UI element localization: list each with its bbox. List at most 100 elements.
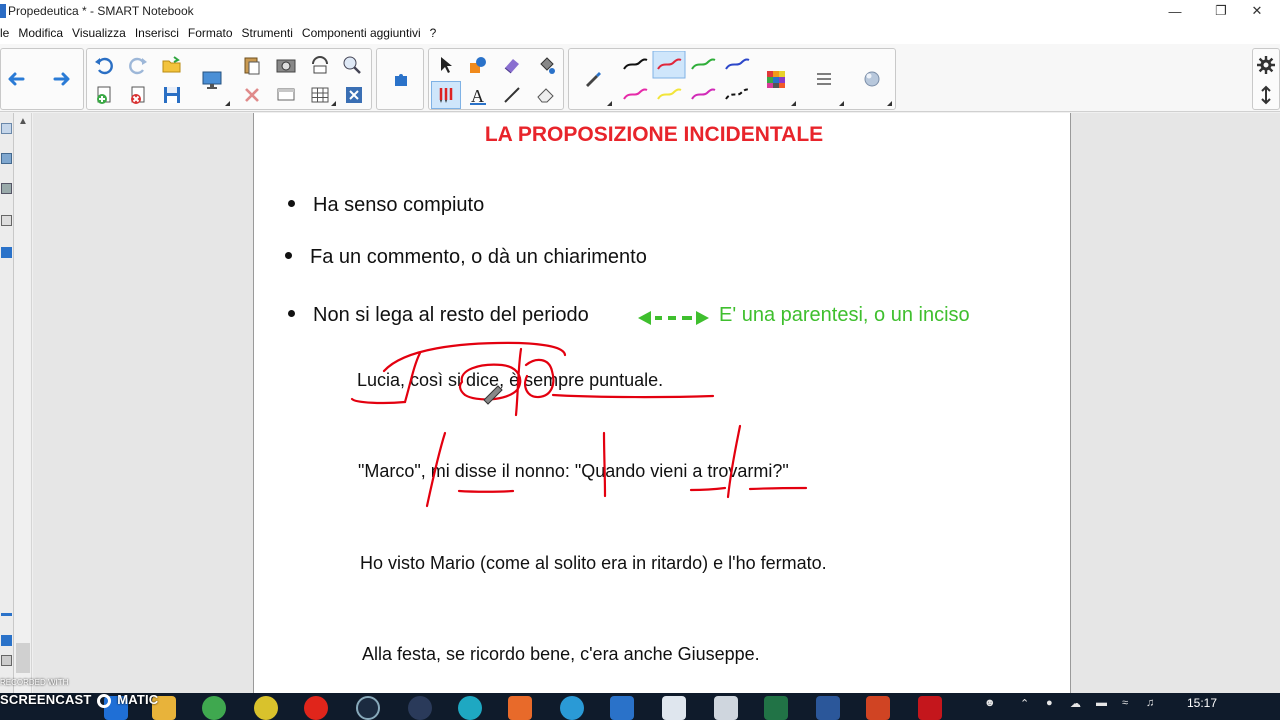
tray-chevron-icon[interactable]: ⌃: [1020, 697, 1029, 710]
screen-capture-icon[interactable]: [271, 51, 301, 79]
bullet-dot: [288, 310, 295, 318]
acrobat-icon[interactable]: [918, 696, 942, 720]
redo-icon[interactable]: [123, 51, 153, 79]
line-icon[interactable]: [497, 81, 527, 109]
scroll-up-icon[interactable]: ▲: [17, 117, 29, 127]
wifi-icon[interactable]: ≈: [1122, 697, 1128, 709]
fill-icon[interactable]: [531, 51, 561, 79]
attachments-tab-icon[interactable]: [1, 183, 12, 194]
scroll-thumb[interactable]: [16, 643, 30, 673]
paste-icon[interactable]: [237, 51, 267, 79]
cortana-icon[interactable]: [356, 696, 380, 720]
pen-swatch[interactable]: [725, 58, 750, 70]
pen-swatch[interactable]: [623, 88, 648, 100]
eraser-shape-icon[interactable]: [497, 51, 527, 79]
color-dropdown-icon[interactable]: [791, 101, 796, 106]
fill-effects-icon[interactable]: [857, 65, 887, 93]
smart-notebook-taskbar-icon[interactable]: [610, 696, 634, 720]
save-icon[interactable]: [157, 81, 187, 109]
menu-modifica[interactable]: Modifica: [18, 26, 63, 40]
pen-type-dropdown-icon[interactable]: [607, 101, 612, 106]
addons-tab-icon[interactable]: [1, 247, 12, 258]
close-button[interactable]: ✕: [1234, 0, 1280, 22]
windows-taskbar: ☻ ⌃ ● ☁ ▬ ≈ ♫ 15:17: [0, 693, 1280, 720]
pen-swatch[interactable]: [725, 88, 750, 100]
sidebar-page-icon[interactable]: [1, 655, 12, 666]
example-sentence-1: Lucia, così si dice, è sempre puntuale.: [357, 370, 664, 390]
ink-underline: [350, 397, 407, 405]
pen-swatch[interactable]: [657, 88, 682, 100]
fill-effects-dropdown-icon[interactable]: [887, 101, 892, 106]
pen-type-icon[interactable]: [577, 65, 607, 93]
menu-strumenti[interactable]: Strumenti: [242, 26, 293, 40]
ink-underline: [551, 393, 715, 399]
page-sorter-tab-icon[interactable]: [1, 123, 12, 134]
menu-inserisci[interactable]: Inserisci: [135, 26, 179, 40]
menu-file[interactable]: le: [0, 26, 9, 40]
select-icon[interactable]: [431, 51, 461, 79]
shapes-icon[interactable]: [463, 51, 493, 79]
pen-swatch[interactable]: [652, 51, 686, 79]
notebook-page[interactable]: LA PROPOSIZIONE INCIDENTALE Ha senso com…: [253, 113, 1071, 693]
back-arrow-icon[interactable]: [1, 65, 31, 93]
minimize-button[interactable]: —: [1152, 0, 1198, 22]
pen-swatch[interactable]: [623, 58, 648, 70]
excel-icon[interactable]: [764, 696, 788, 720]
onedrive-icon[interactable]: ☁: [1070, 697, 1081, 710]
color-palette-icon[interactable]: [761, 65, 791, 93]
full-screen-icon[interactable]: [271, 81, 301, 109]
undo-icon[interactable]: [89, 51, 119, 79]
opera-icon[interactable]: [304, 696, 328, 720]
clear-icon[interactable]: [237, 81, 267, 109]
calendar-icon[interactable]: [662, 696, 686, 720]
recorded-with-watermark: RECORDED WITH: [0, 678, 69, 687]
magic-zoom-icon[interactable]: [337, 51, 367, 79]
properties-tab-icon[interactable]: [1, 215, 12, 226]
move-toolbar-icon[interactable]: [1253, 81, 1279, 109]
display-icon[interactable]: [197, 65, 227, 93]
powerpoint-icon[interactable]: [866, 696, 890, 720]
pen-swatch[interactable]: [691, 88, 716, 100]
app-icon-8[interactable]: [508, 696, 532, 720]
menu-help[interactable]: ?: [430, 26, 437, 40]
app-icon-9[interactable]: [560, 696, 584, 720]
app-icon: [0, 4, 6, 18]
people-icon[interactable]: ☻: [984, 697, 996, 709]
add-ons-icon[interactable]: [386, 65, 416, 93]
text-icon[interactable]: A: [463, 81, 493, 109]
battery-icon[interactable]: ▬: [1096, 697, 1107, 709]
menu-visualizza[interactable]: Visualizza: [72, 26, 126, 40]
tray-app-icon[interactable]: ●: [1046, 697, 1053, 709]
table-dropdown-icon[interactable]: [331, 101, 336, 106]
properties-icon[interactable]: [339, 81, 369, 109]
line-style-icon[interactable]: [809, 65, 839, 93]
delete-page-icon[interactable]: [123, 81, 153, 109]
eraser-icon[interactable]: [531, 81, 561, 109]
calculator-icon[interactable]: [714, 696, 738, 720]
menu-componenti-aggiuntivi[interactable]: Componenti aggiuntivi: [302, 26, 421, 40]
norton-icon[interactable]: [254, 696, 278, 720]
sidebar-scroll[interactable]: ▲: [14, 113, 32, 693]
add-page-icon[interactable]: [89, 81, 119, 109]
display-dropdown-icon[interactable]: [225, 101, 230, 106]
taskbar-clock[interactable]: 15:17: [1180, 696, 1224, 710]
app-icon-6[interactable]: [408, 696, 432, 720]
word-icon[interactable]: [816, 696, 840, 720]
pen-swatch[interactable]: [691, 58, 716, 70]
pens-icon[interactable]: [431, 81, 461, 109]
tools-group: A: [428, 48, 564, 110]
forward-arrow-icon[interactable]: [47, 65, 77, 93]
gallery-tab-icon[interactable]: [1, 153, 12, 164]
app-icon-7[interactable]: [458, 696, 482, 720]
pen-color-swatches[interactable]: [619, 51, 759, 109]
chrome-icon[interactable]: [202, 696, 226, 720]
sidebar-bottom-icon[interactable]: [1, 635, 12, 646]
line-style-dropdown-icon[interactable]: [839, 101, 844, 106]
addons-group: [376, 48, 424, 110]
volume-icon[interactable]: ♫: [1146, 697, 1154, 709]
open-folder-icon[interactable]: [157, 51, 187, 79]
menu-formato[interactable]: Formato: [188, 26, 233, 40]
settings-icon[interactable]: [1253, 51, 1279, 79]
example-sentence-3: Ho visto Mario (come al solito era in ri…: [360, 553, 827, 573]
rotate-icon[interactable]: [305, 51, 335, 79]
